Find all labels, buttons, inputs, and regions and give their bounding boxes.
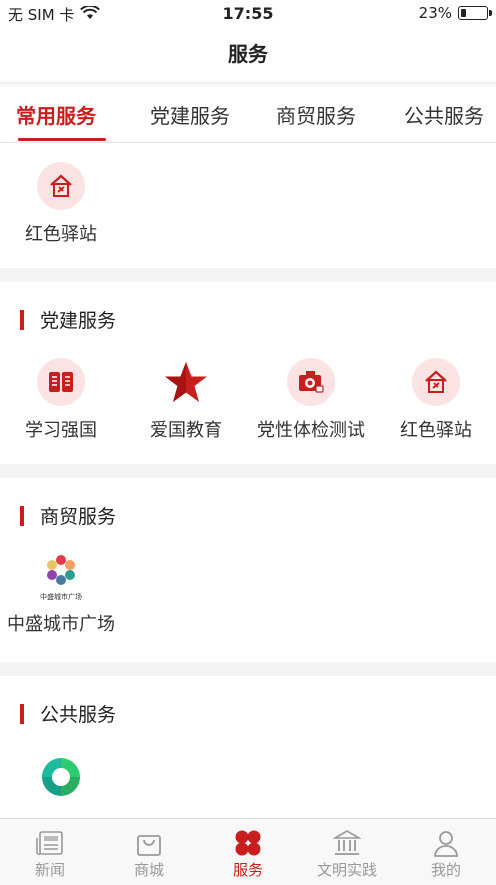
battery-percent: 23%	[418, 4, 452, 22]
service-label: 爱国教育	[150, 420, 222, 441]
checkup-icon	[287, 358, 335, 406]
tab-public-services[interactable]: 公共服务	[404, 100, 484, 129]
header-divider	[0, 82, 496, 88]
active-tab-indicator	[18, 138, 106, 141]
status-right: 23%	[418, 4, 492, 22]
news-icon	[10, 829, 90, 857]
section-marker	[20, 703, 24, 724]
person-icon	[406, 829, 486, 857]
tabbar-mine[interactable]: 我的	[406, 829, 486, 880]
tabbar-mall[interactable]: 商城	[109, 829, 189, 880]
service-icon	[208, 829, 288, 857]
section-marker	[20, 505, 24, 526]
tabbar-service[interactable]: 服务	[208, 829, 288, 880]
tab-trade-services[interactable]: 商贸服务	[276, 100, 356, 129]
service-patriotic-education[interactable]: 爱国教育	[131, 358, 241, 442]
section-marker	[20, 309, 24, 330]
battery-fill	[461, 9, 466, 17]
section-title-text: 公共服务	[40, 704, 117, 726]
service-public-app[interactable]	[6, 752, 116, 812]
tabbar-label: 服务	[232, 861, 263, 879]
battery-icon	[458, 6, 492, 20]
section-gap	[0, 464, 496, 478]
logo-text: 中盛城市广场	[40, 593, 82, 601]
service-label: 红色驿站	[25, 224, 97, 245]
zhongsheng-logo: 中盛城市广场	[31, 554, 91, 604]
status-bar: 无 SIM 卡 17:55 23%	[0, 0, 496, 30]
bottom-tab-bar: 新闻 商城 服务 文明实践 我的	[0, 818, 496, 885]
tab-common-services[interactable]: 常用服务	[16, 100, 96, 129]
service-label: 中盛城市广场	[7, 614, 115, 635]
service-label: 学习强国	[25, 420, 97, 441]
star-icon	[162, 358, 210, 406]
red-station-icon	[412, 358, 460, 406]
service-red-station-2[interactable]: 红色驿站	[381, 358, 491, 442]
section-gap	[0, 268, 496, 282]
red-station-icon	[37, 162, 85, 210]
service-label: 红色驿站	[400, 420, 472, 441]
page-title: 服务	[228, 42, 268, 66]
shopping-bag-icon	[109, 829, 189, 857]
section-gap	[0, 662, 496, 676]
book-icon	[37, 358, 85, 406]
section-trade-services: 商贸服务	[20, 502, 116, 529]
section-party-services: 党建服务	[20, 306, 116, 333]
section-title-text: 商贸服务	[40, 506, 117, 528]
service-xuexi-qiangguo[interactable]: 学习强国	[6, 358, 116, 442]
section-public-services: 公共服务	[20, 700, 116, 727]
tab-party-services[interactable]: 党建服务	[150, 100, 230, 129]
building-icon	[307, 829, 387, 857]
tabbar-label: 文明实践	[316, 861, 377, 879]
tabbar-civilization-practice[interactable]: 文明实践	[307, 829, 387, 880]
section-title-text: 党建服务	[40, 310, 117, 332]
tabbar-label: 新闻	[34, 861, 65, 879]
category-tabs: 常用服务 党建服务 商贸服务 公共服务	[0, 92, 496, 143]
service-party-checkup[interactable]: 党性体检测试	[256, 358, 366, 442]
tabbar-label: 我的	[430, 861, 461, 879]
tabbar-news[interactable]: 新闻	[10, 829, 90, 880]
service-label: 党性体检测试	[257, 420, 365, 441]
tabbar-label: 商城	[133, 861, 164, 879]
service-red-station[interactable]: 红色驿站	[6, 162, 116, 246]
swirl-logo-icon	[36, 752, 86, 802]
service-zhongsheng-plaza[interactable]: 中盛城市广场 中盛城市广场	[6, 554, 116, 636]
